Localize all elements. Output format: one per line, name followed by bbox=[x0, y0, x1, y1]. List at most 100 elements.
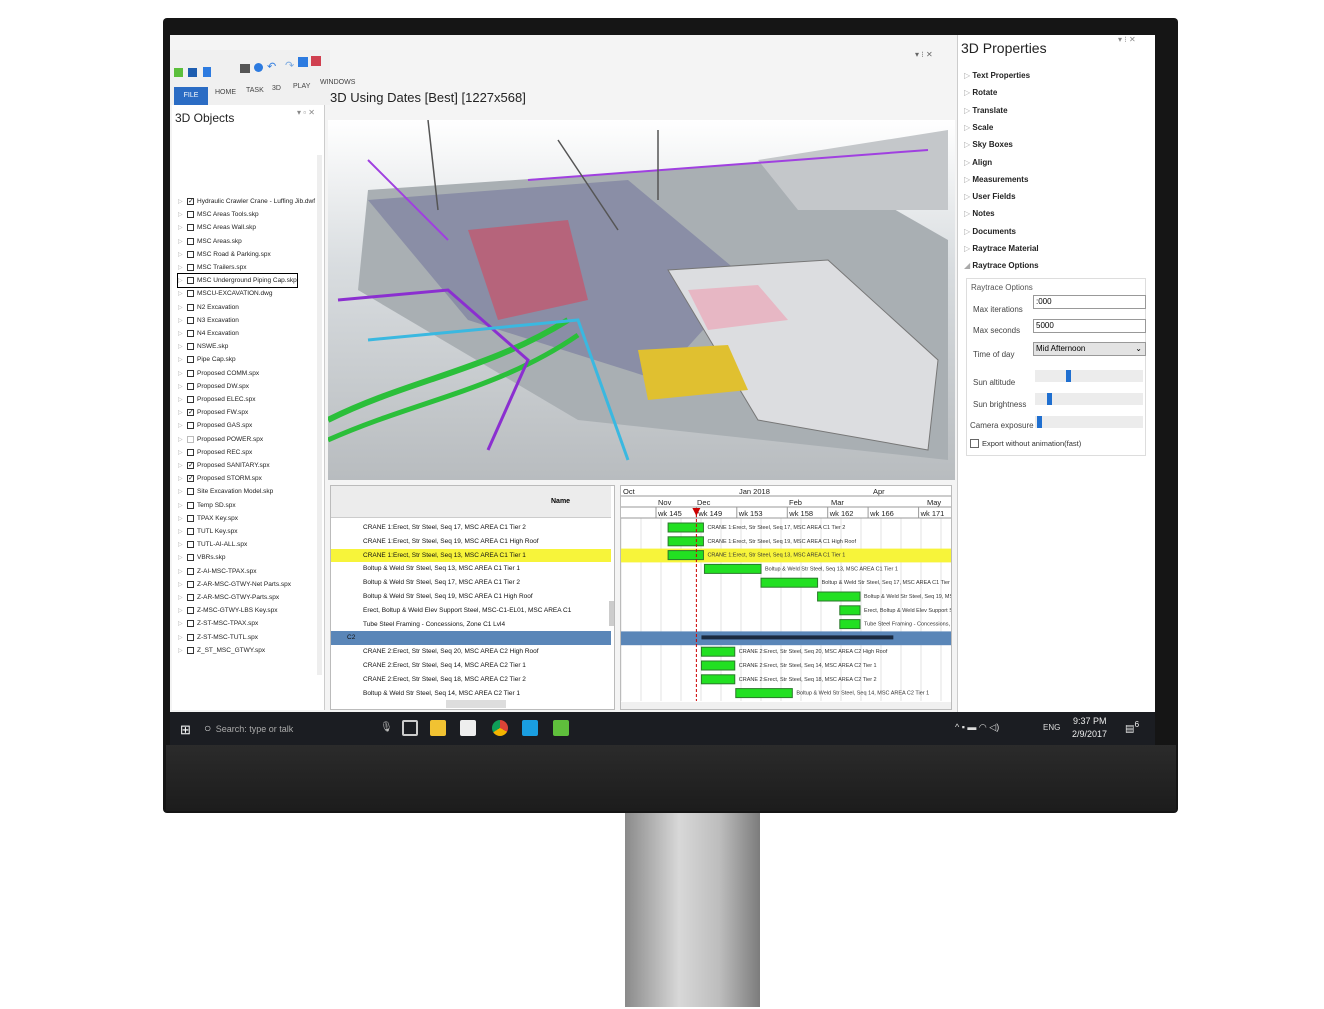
visibility-checkbox[interactable] bbox=[187, 567, 194, 575]
visibility-checkbox[interactable] bbox=[187, 211, 194, 219]
expand-arrow-icon[interactable]: ▷ bbox=[178, 475, 184, 482]
action-center-icon[interactable]: ▤6 bbox=[1125, 719, 1139, 734]
save-icon[interactable] bbox=[203, 67, 211, 77]
tree-item[interactable]: ▷ MSCU-EXCAVATION.dwg bbox=[178, 287, 272, 300]
table-row[interactable]: Erect, Boltup & Weld Elev Support Steel,… bbox=[331, 604, 611, 618]
tree-item[interactable]: ▷ Temp SD.spx bbox=[178, 499, 236, 512]
max-seconds-input[interactable]: 5000 bbox=[1033, 319, 1146, 333]
tree-item[interactable]: ▷ TPAX Key.spx bbox=[178, 512, 238, 525]
tab-3d[interactable]: 3D bbox=[272, 85, 281, 92]
store-icon[interactable] bbox=[460, 720, 476, 736]
clock-date[interactable]: 2/9/2017 bbox=[1072, 729, 1107, 739]
grid-scrollbar[interactable] bbox=[609, 601, 614, 626]
visibility-checkbox[interactable] bbox=[187, 290, 194, 298]
visibility-checkbox[interactable] bbox=[187, 224, 194, 232]
visibility-checkbox[interactable] bbox=[187, 633, 194, 641]
camera-exposure-slider[interactable] bbox=[1035, 416, 1143, 428]
microphone-icon[interactable]: 🎙 bbox=[380, 722, 393, 733]
visibility-checkbox[interactable]: ✓ bbox=[187, 409, 194, 417]
tree-item[interactable]: ▷ N2 Excavation bbox=[178, 301, 239, 314]
table-row[interactable]: CRANE 2:Erect, Str Steel, Seq 18, MSC AR… bbox=[331, 673, 611, 687]
tab-play[interactable]: PLAY bbox=[293, 83, 310, 90]
table-row[interactable]: CRANE 2:Erect, Str Steel, Seq 20, MSC AR… bbox=[331, 645, 611, 659]
tree-item[interactable]: ▷ ✓ Proposed FW.spx bbox=[178, 406, 248, 419]
visibility-checkbox[interactable] bbox=[187, 594, 194, 601]
tab-windows[interactable]: WINDOWS bbox=[320, 79, 355, 86]
tree-item[interactable]: ▷ MSC Trailers.spx bbox=[178, 261, 246, 274]
visibility-checkbox[interactable] bbox=[187, 580, 194, 588]
tree-item[interactable]: ▷ Z-AR-MSC-GTWY-Parts.spx bbox=[178, 591, 279, 604]
visibility-checkbox[interactable] bbox=[187, 541, 194, 549]
visibility-checkbox[interactable] bbox=[187, 646, 194, 654]
properties-window-controls[interactable]: ▾ ⁝ ✕ bbox=[1118, 35, 1136, 44]
export-checkbox[interactable] bbox=[970, 439, 979, 448]
tree-item[interactable]: ▷ Proposed POWER.spx bbox=[178, 433, 263, 446]
tree-item[interactable]: ▷ N4 Excavation bbox=[178, 327, 239, 340]
expand-arrow-icon[interactable]: ▷ bbox=[178, 462, 184, 469]
max-iterations-input[interactable]: :000 bbox=[1033, 295, 1146, 309]
tree-item[interactable]: ▷ Z-AR-MSC-GTWY-Net Parts.spx bbox=[178, 578, 291, 591]
expand-arrow-icon[interactable]: ▷ bbox=[178, 356, 184, 363]
tree-item[interactable]: ▷ Proposed DW.spx bbox=[178, 380, 249, 393]
table-row[interactable]: CRANE 1:Erect, Str Steel, Seq 17, MSC AR… bbox=[331, 521, 611, 535]
expand-arrow-icon[interactable]: ▷ bbox=[178, 554, 184, 561]
visibility-checkbox[interactable] bbox=[187, 303, 194, 311]
tree-item[interactable]: ▷ ✓ Proposed STORM.spx bbox=[178, 472, 262, 485]
sun-brightness-slider[interactable] bbox=[1035, 393, 1143, 405]
visibility-checkbox[interactable] bbox=[187, 422, 194, 430]
tree-item[interactable]: ▷ Z_ST_MSC_GTWY.spx bbox=[178, 644, 265, 657]
redo-icon[interactable]: ↷ bbox=[285, 59, 294, 72]
tab-file[interactable]: FILE bbox=[174, 87, 208, 105]
language-indicator[interactable]: ENG bbox=[1043, 723, 1060, 732]
tree-item[interactable]: ▷ Z-AI-MSC-TPAX.spx bbox=[178, 565, 256, 578]
table-row[interactable]: CRANE 1:Erect, Str Steel, Seq 19, MSC AR… bbox=[331, 535, 611, 549]
expand-arrow-icon[interactable]: ▷ bbox=[178, 409, 184, 416]
tree-item[interactable]: ▷ Proposed REC.spx bbox=[178, 446, 252, 459]
clock-time[interactable]: 9:37 PM bbox=[1073, 716, 1107, 726]
windows-start-icon[interactable]: ⊞ bbox=[180, 722, 191, 738]
expand-arrow-icon[interactable]: ▷ bbox=[178, 620, 184, 627]
tree-item[interactable]: ▷ TUTL-AI-ALL.spx bbox=[178, 538, 247, 551]
skype-icon[interactable] bbox=[522, 720, 538, 736]
visibility-checkbox[interactable]: ✓ bbox=[187, 198, 194, 205]
property-section[interactable]: ▷ Notes bbox=[964, 209, 995, 218]
table-row[interactable]: CRANE 2:Erect, Str Steel, Seq 14, MSC AR… bbox=[331, 659, 611, 673]
time-of-day-select[interactable]: Mid Afternoon ⌄ bbox=[1033, 342, 1146, 356]
expand-arrow-icon[interactable]: ▷ bbox=[178, 290, 184, 297]
visibility-checkbox[interactable] bbox=[187, 277, 194, 285]
column-header-name[interactable]: Name bbox=[551, 498, 570, 505]
visibility-checkbox[interactable] bbox=[187, 554, 194, 562]
expand-arrow-icon[interactable]: ▷ bbox=[178, 370, 184, 377]
visibility-checkbox[interactable] bbox=[187, 620, 194, 628]
visibility-checkbox[interactable] bbox=[187, 237, 194, 245]
visibility-checkbox[interactable]: ✓ bbox=[187, 475, 194, 483]
tree-item[interactable]: ▷ Proposed COMM.spx bbox=[178, 367, 259, 380]
grid-hscrollbar[interactable] bbox=[446, 700, 506, 708]
expand-arrow-icon[interactable]: ▷ bbox=[178, 330, 184, 337]
visibility-checkbox[interactable] bbox=[187, 396, 194, 403]
visibility-checkbox[interactable] bbox=[187, 343, 194, 351]
visibility-checkbox[interactable] bbox=[187, 264, 194, 271]
table-row[interactable]: CRANE 1:Erect, Str Steel, Seq 13, MSC AR… bbox=[331, 548, 611, 563]
expand-arrow-icon[interactable]: ▷ bbox=[178, 251, 184, 258]
slider-thumb[interactable] bbox=[1037, 416, 1043, 428]
property-section[interactable]: ▷ Scale bbox=[964, 123, 993, 132]
tree-item[interactable]: ▷ Z-ST-MSC-TPAX.spx bbox=[178, 617, 258, 630]
expand-arrow-icon[interactable]: ▷ bbox=[178, 647, 184, 654]
tree-item[interactable]: ▷ Proposed ELEC.spx bbox=[178, 393, 256, 406]
3d-viewport[interactable] bbox=[326, 119, 955, 480]
tab-task[interactable]: TASK bbox=[246, 87, 264, 94]
property-section[interactable]: ▷ Sky Boxes bbox=[964, 140, 1013, 149]
tree-item[interactable]: ▷ Z-MSC-GTWY-LBS Key.spx bbox=[178, 604, 278, 617]
expand-arrow-icon[interactable]: ▷ bbox=[178, 277, 184, 284]
property-section[interactable]: ▷ Translate bbox=[964, 106, 1008, 115]
table-row[interactable]: Tube Steel Framing - Concessions, Zone C… bbox=[331, 618, 611, 632]
property-section[interactable]: ▷ Raytrace Material bbox=[964, 244, 1039, 253]
visibility-checkbox[interactable] bbox=[187, 250, 194, 258]
gantt-chart[interactable]: Oct Jan 2018 Apr Nov Dec Feb Mar May wk 145 wk 14… bbox=[620, 485, 952, 710]
visibility-checkbox[interactable] bbox=[187, 369, 194, 377]
expand-arrow-icon[interactable]: ▷ bbox=[178, 224, 184, 231]
expand-arrow-icon[interactable]: ▷ bbox=[178, 211, 184, 218]
visibility-checkbox[interactable] bbox=[187, 435, 194, 443]
task-view-icon[interactable] bbox=[402, 720, 418, 736]
